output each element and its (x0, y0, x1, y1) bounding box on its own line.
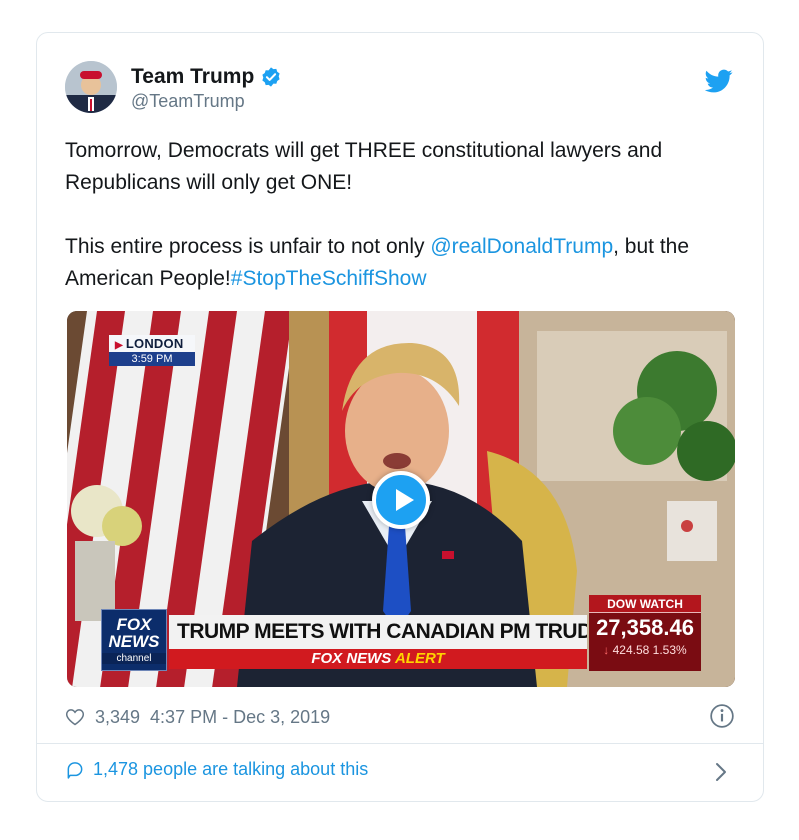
speech-bubble-icon (67, 761, 83, 779)
alert-suffix: ALERT (394, 650, 445, 667)
author-name[interactable]: Team Trump (131, 65, 254, 89)
mention-link[interactable]: @realDonaldTrump (430, 235, 613, 258)
network-logo-line2: NEWS (108, 632, 160, 651)
avatar[interactable] (65, 61, 117, 113)
video-player[interactable]: ▶ LONDON 3:59 PM FOX NEWS channel TRUMP M… (67, 311, 735, 687)
heart-icon[interactable] (65, 707, 85, 727)
tweet-text: Tomorrow, Democrats will get THREE const… (65, 135, 725, 327)
news-lower-third: FOX NEWS channel TRUMP MEETS WITH CANADI… (101, 595, 701, 671)
author-block: Team Trump @TeamTrump (131, 65, 282, 112)
news-alert-bar: FOX NEWS ALERT (169, 649, 587, 669)
chevron-right-icon[interactable] (713, 761, 729, 783)
news-headline: TRUMP MEETS WITH CANADIAN PM TRUDEAU (169, 615, 587, 649)
dow-change-percent: 1.53% (652, 643, 687, 657)
dow-watch-box: DOW WATCH 27,358.46 ↓ 424.58 1.53% (589, 595, 701, 671)
network-logo-line3: channel (102, 653, 166, 664)
tweet-text-prefix: This entire process is unfair to not onl… (65, 235, 431, 258)
play-icon[interactable] (372, 471, 430, 529)
location-arrow-icon: ▶ (115, 340, 123, 351)
info-icon[interactable] (709, 703, 735, 729)
conversation-link[interactable]: 1,478 people are talking about this (65, 759, 368, 780)
tweet-timestamp[interactable]: 4:37 PM - Dec 3, 2019 (150, 707, 330, 728)
dow-value: 27,358.46 (596, 615, 694, 640)
tweet-card: Team Trump @TeamTrump Tomorrow, Democrat… (36, 32, 764, 802)
tweet-paragraph-2: This entire process is unfair to not onl… (65, 231, 725, 295)
author-name-row[interactable]: Team Trump (131, 65, 282, 89)
location-badge: ▶ LONDON 3:59 PM (109, 335, 195, 366)
tweet-paragraph-1: Tomorrow, Democrats will get THREE const… (65, 139, 663, 194)
tweet-header: Team Trump @TeamTrump (65, 61, 735, 121)
down-arrow-icon: ↓ (603, 643, 610, 657)
location-label: ▶ LONDON (109, 335, 195, 352)
location-text: LONDON (125, 336, 184, 351)
alert-prefix: FOX NEWS (311, 650, 392, 667)
network-logo-line1: FOX (116, 615, 152, 634)
tweet-meta: 3,349 4:37 PM - Dec 3, 2019 (65, 703, 330, 731)
dow-label: DOW WATCH (589, 595, 701, 613)
like-count[interactable]: 3,349 (95, 707, 140, 728)
divider (37, 743, 763, 744)
hashtag-link[interactable]: #StopTheSchiffShow (231, 267, 427, 290)
network-logo: FOX NEWS channel (101, 609, 167, 671)
conversation-count[interactable]: 1,478 people are talking about this (93, 759, 368, 780)
twitter-bird-icon[interactable] (705, 67, 733, 95)
verified-badge-icon (262, 67, 280, 87)
author-handle[interactable]: @TeamTrump (131, 91, 282, 112)
dow-change: ↓ 424.58 1.53% (589, 643, 701, 657)
dow-change-value: 424.58 (612, 643, 650, 657)
location-time: 3:59 PM (109, 352, 195, 366)
